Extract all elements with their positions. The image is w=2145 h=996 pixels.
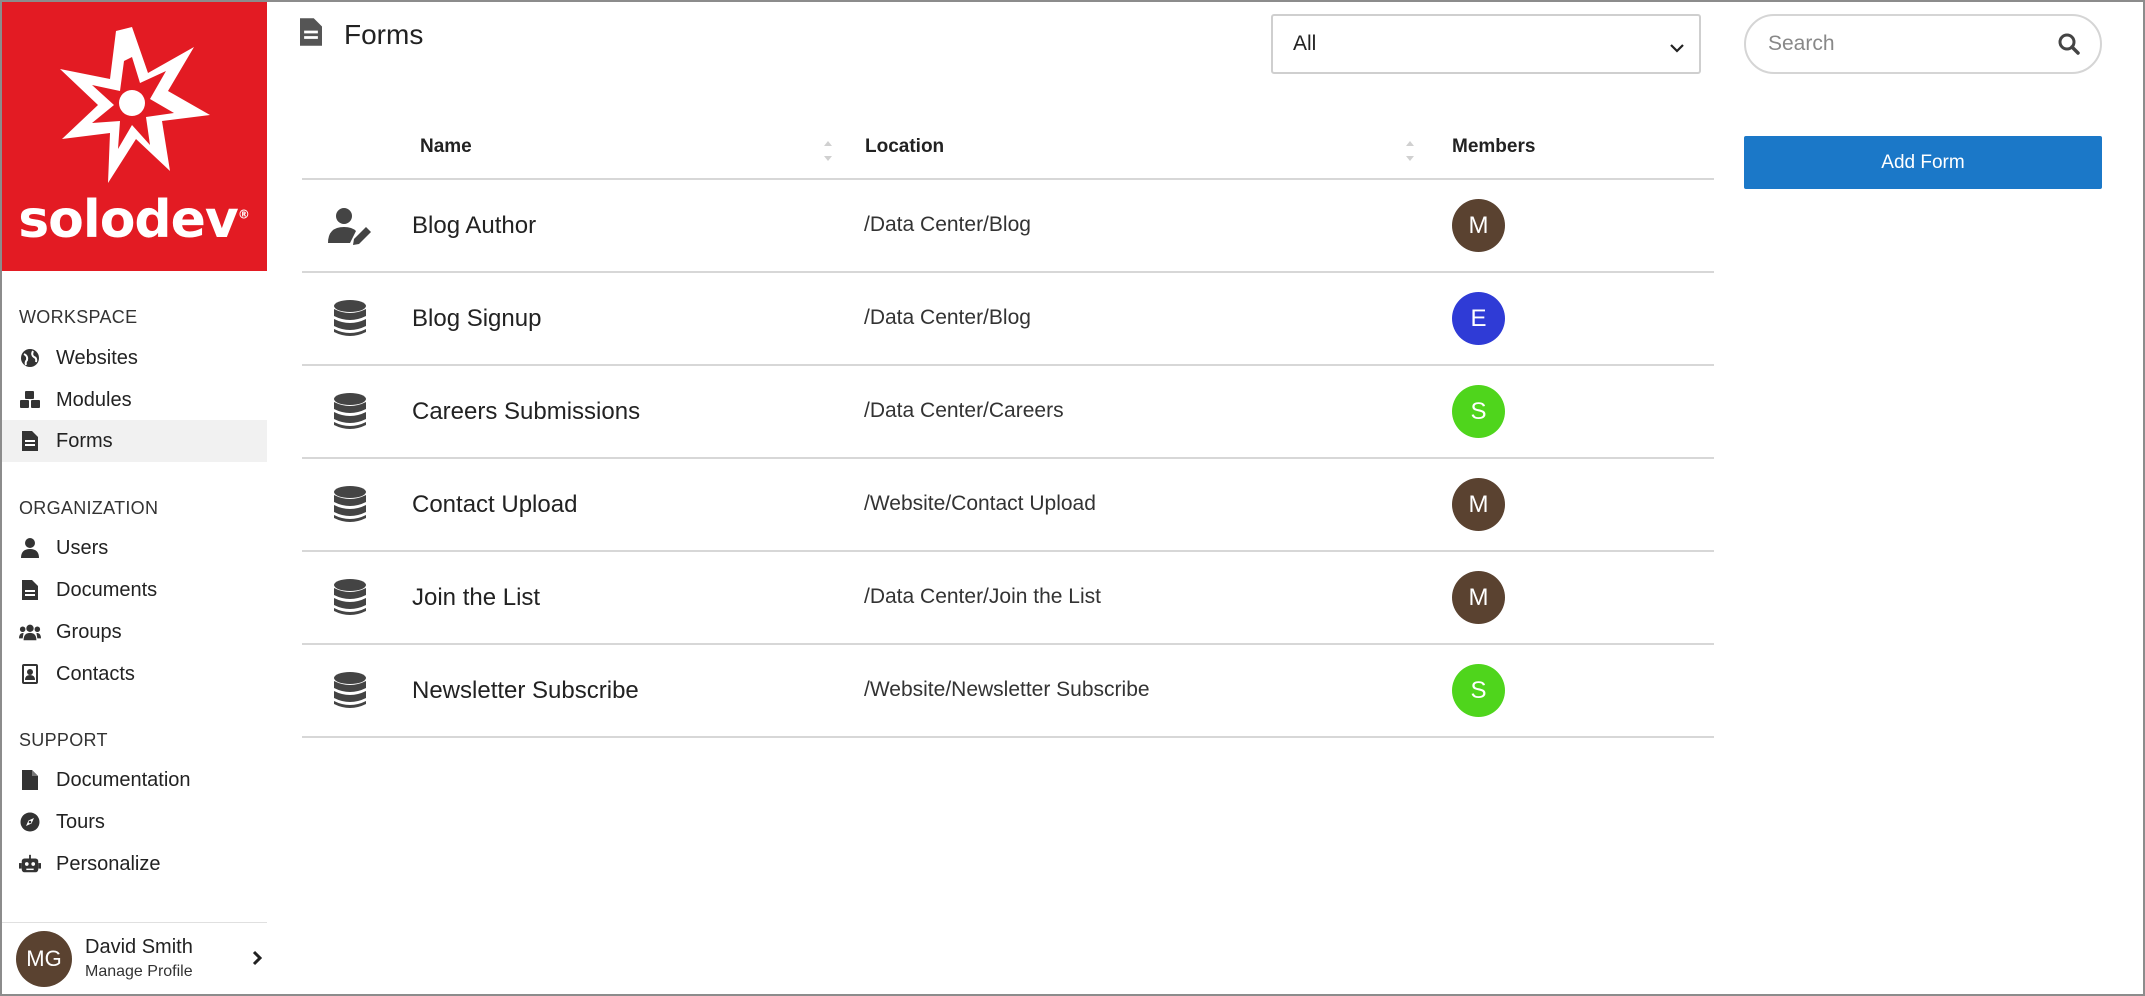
manage-profile-link[interactable]: Manage Profile — [85, 963, 193, 981]
sidebar-item-label: Websites — [56, 346, 138, 369]
table-row[interactable]: Blog Author /Data Center/Blog M — [302, 180, 1714, 273]
page-title: Forms — [344, 18, 424, 50]
solodev-star-icon — [60, 27, 210, 183]
chevron-down-icon — [1669, 36, 1685, 60]
sidebar-item-forms[interactable]: Forms — [0, 420, 267, 462]
address-book-icon — [19, 663, 41, 685]
profile-name: David Smith — [85, 936, 193, 958]
globe-icon — [19, 347, 41, 369]
user-icon — [19, 537, 41, 559]
add-form-button[interactable]: Add Form — [1744, 136, 2102, 189]
form-name[interactable]: Newsletter Subscribe — [412, 677, 639, 705]
table-row[interactable]: Newsletter Subscribe /Website/Newsletter… — [302, 645, 1714, 738]
profile-menu[interactable]: MG David Smith Manage Profile — [0, 922, 267, 994]
member-avatar[interactable]: M — [1452, 199, 1505, 252]
sort-icon[interactable] — [1404, 136, 1416, 166]
form-name[interactable]: Join the List — [412, 584, 540, 612]
search-icon[interactable] — [2058, 33, 2080, 60]
form-location: /Data Center/Careers — [864, 399, 1064, 422]
database-icon — [328, 578, 372, 618]
sort-icon[interactable] — [822, 136, 834, 166]
form-name[interactable]: Contact Upload — [412, 491, 577, 519]
table-row[interactable]: Blog Signup /Data Center/Blog E — [302, 273, 1714, 366]
table-row[interactable]: Careers Submissions /Data Center/Careers… — [302, 366, 1714, 459]
page-header: Forms — [300, 18, 423, 51]
table-row[interactable]: Join the List /Data Center/Join the List… — [302, 552, 1714, 645]
database-icon — [328, 485, 372, 525]
sidebar-item-label: Personalize — [56, 852, 161, 875]
form-location: /Data Center/Blog — [864, 306, 1031, 329]
column-header-name[interactable]: Name — [420, 136, 472, 158]
file-form-icon — [300, 18, 322, 51]
sidebar-item-label: Forms — [56, 429, 113, 452]
sidebar-item-label: Contacts — [56, 662, 135, 685]
section-label-support: SUPPORT — [19, 730, 108, 750]
form-name[interactable]: Blog Author — [412, 212, 536, 240]
users-group-icon — [19, 621, 41, 643]
sidebar-item-documents[interactable]: Documents — [0, 569, 267, 611]
filter-select-value: All — [1293, 32, 1317, 55]
user-edit-icon — [328, 206, 372, 246]
sidebar-item-tours[interactable]: Tours — [0, 801, 267, 843]
file-form-icon — [19, 430, 41, 452]
compass-icon — [19, 811, 41, 833]
member-avatar[interactable]: S — [1452, 664, 1505, 717]
sidebar-item-label: Users — [56, 536, 109, 559]
forms-table: Name Location Members Blog Author /Data … — [302, 122, 1714, 738]
sidebar-item-label: Groups — [56, 620, 122, 643]
search-input[interactable] — [1768, 32, 2038, 56]
form-name[interactable]: Careers Submissions — [412, 398, 640, 426]
member-avatar[interactable]: M — [1452, 571, 1505, 624]
database-icon — [328, 671, 372, 711]
chevron-right-icon[interactable] — [247, 945, 267, 971]
table-header: Name Location Members — [302, 122, 1714, 180]
sidebar-item-modules[interactable]: Modules — [0, 379, 267, 421]
sidebar-item-personalize[interactable]: Personalize — [0, 843, 267, 885]
sidebar-item-contacts[interactable]: Contacts — [0, 653, 267, 695]
form-name[interactable]: Blog Signup — [412, 305, 541, 333]
file-icon — [19, 769, 41, 791]
robot-icon — [19, 853, 41, 875]
document-icon — [19, 579, 41, 601]
solodev-logo[interactable]: solodev® — [0, 0, 267, 271]
sidebar-item-label: Documentation — [56, 768, 191, 791]
form-location: /Website/Newsletter Subscribe — [864, 678, 1150, 701]
section-label-workspace: WORKSPACE — [19, 307, 138, 327]
sidebar-item-websites[interactable]: Websites — [0, 337, 267, 379]
sidebar: solodev® WORKSPACE Websites Modules Form… — [0, 0, 267, 996]
search-box[interactable] — [1744, 14, 2102, 74]
form-location: /Website/Contact Upload — [864, 492, 1096, 515]
sidebar-item-label: Tours — [56, 810, 105, 833]
avatar[interactable]: MG — [16, 930, 72, 987]
solodev-wordmark: solodev® — [18, 190, 250, 250]
sidebar-item-label: Modules — [56, 388, 132, 411]
sidebar-item-label: Documents — [56, 578, 158, 601]
filter-select[interactable]: All — [1271, 14, 1701, 74]
member-avatar[interactable]: S — [1452, 385, 1505, 438]
form-location: /Data Center/Blog — [864, 213, 1031, 236]
sidebar-item-users[interactable]: Users — [0, 527, 267, 569]
form-location: /Data Center/Join the List — [864, 585, 1101, 608]
table-row[interactable]: Contact Upload /Website/Contact Upload M — [302, 459, 1714, 552]
sidebar-item-groups[interactable]: Groups — [0, 611, 267, 653]
database-icon — [328, 392, 372, 432]
column-header-members: Members — [1452, 136, 1536, 157]
column-header-location[interactable]: Location — [865, 136, 944, 158]
member-avatar[interactable]: E — [1452, 292, 1505, 345]
section-label-organization: ORGANIZATION — [19, 498, 159, 518]
cubes-icon — [19, 389, 41, 411]
database-icon — [328, 299, 372, 339]
member-avatar[interactable]: M — [1452, 478, 1505, 531]
sidebar-item-documentation[interactable]: Documentation — [0, 759, 267, 801]
